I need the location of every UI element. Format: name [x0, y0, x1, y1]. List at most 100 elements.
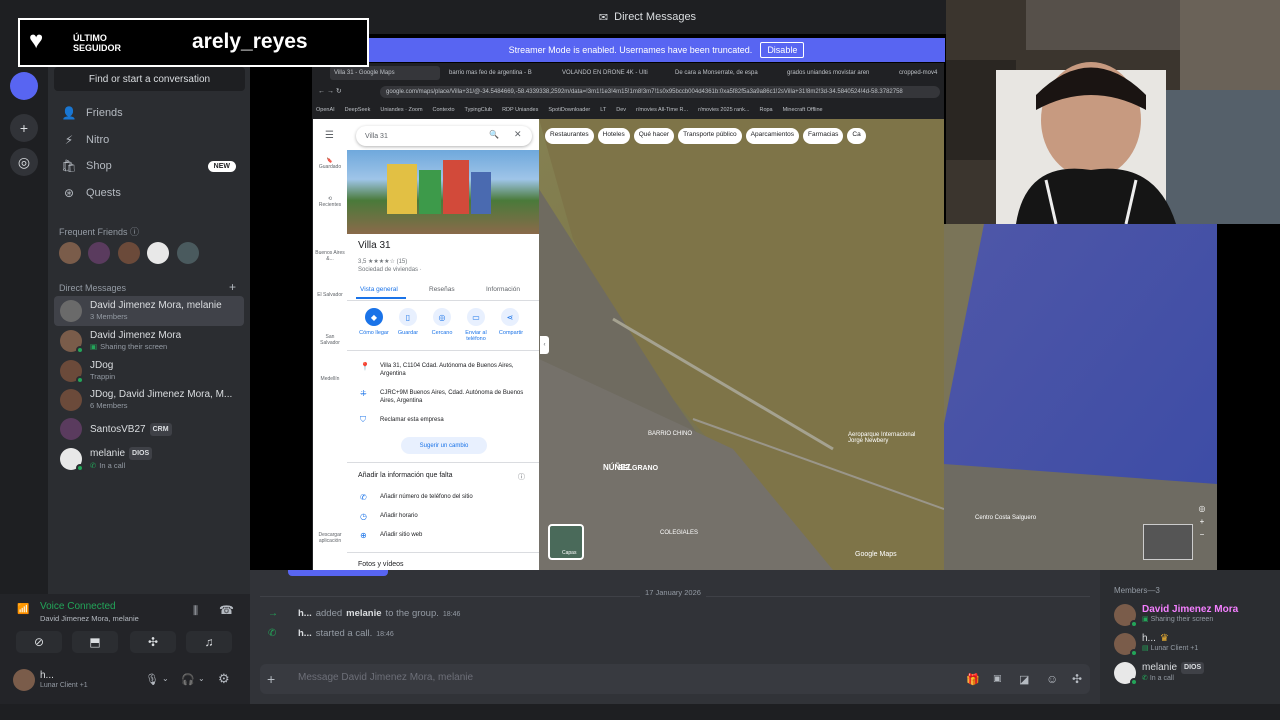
add-hours[interactable]: Añadir horario: [380, 513, 418, 519]
place-address[interactable]: Villa 31, C1104 Cdad. Autónoma de Buenos…: [380, 362, 530, 378]
friend-avatar[interactable]: [177, 242, 199, 264]
member-item[interactable]: h... ♛ ▤ Lunar Client +1: [1114, 631, 1198, 657]
discover-icon[interactable]: ◎: [10, 148, 38, 176]
tab-reviews[interactable]: Reseñas: [429, 286, 455, 293]
tab-overview[interactable]: Vista general: [360, 286, 398, 293]
action-label: Cercano: [431, 330, 453, 336]
claim-business[interactable]: Reclamar esta empresa: [380, 417, 444, 423]
url-bar[interactable]: google.com/maps/place/Villa+31/@-34.5484…: [380, 86, 940, 98]
add-website[interactable]: Añadir sitio web: [380, 532, 422, 538]
friend-avatar[interactable]: [59, 242, 81, 264]
browser-tab[interactable]: De cara a Monserrate, de espa: [671, 66, 781, 80]
recent-place[interactable]: El Salvador: [315, 292, 345, 298]
sticker-icon[interactable]: ◪: [1019, 673, 1029, 686]
recent-place[interactable]: Buenos Aires &...: [315, 250, 345, 262]
disable-button[interactable]: Disable: [760, 42, 805, 58]
friend-avatar[interactable]: [118, 242, 140, 264]
avatar: [1114, 662, 1138, 686]
search-icon[interactable]: 🔍: [489, 130, 499, 139]
quests-icon: ⊛: [63, 186, 75, 200]
avatar[interactable]: [10, 72, 38, 100]
friend-avatar[interactable]: [88, 242, 110, 264]
saved-item[interactable]: 🔖 Guardado: [315, 158, 345, 170]
search-input[interactable]: Find or start a conversation: [54, 67, 245, 91]
recent-place[interactable]: San Salvador: [315, 334, 345, 346]
chevron-down-icon[interactable]: ⌄: [198, 674, 205, 683]
dm-item[interactable]: JDog Trappin: [54, 356, 244, 386]
camera-button[interactable]: ⊘: [16, 631, 62, 653]
chevron-down-icon[interactable]: ⌄: [162, 674, 169, 683]
mic-icon[interactable]: 🎙: [145, 673, 159, 686]
headphones-icon[interactable]: 🎧: [181, 673, 195, 686]
chip[interactable]: Restaurantes: [545, 128, 594, 144]
activities-button[interactable]: ✣: [130, 631, 176, 653]
add-server-icon[interactable]: +: [10, 114, 38, 142]
recent-place[interactable]: Medellín: [315, 376, 345, 382]
nav-quests[interactable]: ⊛ Quests: [54, 180, 244, 206]
browser-tab[interactable]: barrio mas feo de argentina - B: [445, 66, 555, 80]
place-rating[interactable]: 3,5 ★★★★☆ (15): [358, 258, 407, 265]
plus-code[interactable]: CJRC+9M Buenos Aires, Cdad. Autónoma de …: [380, 389, 530, 405]
screen-share-button[interactable]: ⬒: [72, 631, 118, 653]
member-item[interactable]: David Jimenez Mora ▣ Sharing their screen: [1114, 602, 1238, 628]
place-photo[interactable]: [347, 150, 539, 234]
nav-nitro[interactable]: ⚡ Nitro: [54, 127, 244, 153]
gift-icon[interactable]: 🎁: [966, 673, 980, 686]
dm-item[interactable]: David Jimenez Mora ▣ Sharing their screen: [54, 326, 244, 356]
gear-icon[interactable]: ⚙: [218, 671, 230, 687]
browser-tab[interactable]: VOLANDO EN DRONE 4K - Ulti: [558, 66, 668, 80]
emoji-icon[interactable]: ☺: [1046, 672, 1058, 686]
map-search-input[interactable]: Villa 31: [356, 126, 532, 146]
collapse-panel-icon[interactable]: ‹: [540, 336, 549, 354]
share-icon[interactable]: ⋖: [501, 308, 519, 326]
recents-item[interactable]: ⟲ Recientes: [315, 196, 345, 208]
browser-tab[interactable]: cropped-mov4: [895, 66, 943, 80]
gif-icon[interactable]: ▣: [993, 673, 1002, 684]
create-dm-icon[interactable]: +: [229, 280, 236, 294]
nav-friends[interactable]: 👤 Friends: [54, 100, 244, 126]
apps-icon[interactable]: ✣: [1072, 672, 1082, 686]
voice-channel[interactable]: David Jimenez Mora, melanie: [40, 614, 139, 623]
dm-item[interactable]: JDog, David Jimenez Mora, M... 6 Members: [54, 385, 244, 415]
member-item[interactable]: melanie DIOS ✆ In a call: [1114, 660, 1205, 686]
chip[interactable]: Qué hacer: [633, 128, 675, 144]
directions-icon[interactable]: ◆: [365, 308, 383, 326]
dm-item[interactable]: David Jimenez Mora, melanie 3 Members: [54, 296, 244, 326]
nav-shop[interactable]: 🛍 Shop NEW: [54, 153, 244, 179]
browser-tab[interactable]: grados uniandes movistar aren: [783, 66, 893, 80]
stream-indicator: [288, 570, 388, 576]
zoom-out-icon: −: [1199, 530, 1205, 539]
frequent-friends-heading: Frequent Friends ⓘ: [59, 227, 140, 237]
browser-tab[interactable]: Villa 31 - Google Maps: [330, 66, 440, 80]
message-input[interactable]: Message David Jimenez Mora, melanie: [298, 672, 698, 683]
dm-item[interactable]: melanie DIOS ✆ In a call: [54, 444, 244, 474]
nav-arrows-icon[interactable]: ← → ↻: [318, 87, 342, 95]
avatar[interactable]: [13, 669, 35, 691]
chip[interactable]: Transporte público: [678, 128, 742, 144]
attach-icon[interactable]: +: [267, 671, 275, 687]
chip[interactable]: Aparcamientos: [745, 128, 800, 144]
close-icon[interactable]: ✕: [514, 129, 522, 140]
soundboard-button[interactable]: ♫: [186, 631, 232, 653]
tab-info[interactable]: Información: [486, 286, 520, 293]
avatar: [60, 360, 84, 384]
save-icon[interactable]: ▯: [399, 308, 417, 326]
nearby-icon[interactable]: ◎: [433, 308, 451, 326]
friend-avatar[interactable]: [147, 242, 169, 264]
chip[interactable]: Ca: [847, 128, 866, 144]
send-to-phone-icon[interactable]: ▭: [467, 308, 485, 326]
avatar: [60, 418, 82, 440]
disconnect-icon[interactable]: ☎: [219, 603, 234, 617]
noise-suppression-icon[interactable]: ⫼: [193, 605, 198, 618]
street-view-thumbnail[interactable]: [1143, 524, 1193, 560]
download-app[interactable]: Descargar aplicación: [315, 532, 345, 544]
chip[interactable]: Farmacias: [803, 128, 844, 144]
add-phone[interactable]: Añadir número de teléfono del sitio: [380, 494, 473, 500]
dm-item[interactable]: SantosVB27 CRM: [54, 414, 244, 444]
photos-heading: Fotos y vídeos: [358, 561, 404, 568]
menu-icon[interactable]: ☰: [325, 130, 334, 141]
zoom-controls[interactable]: ◎ + −: [1196, 504, 1208, 560]
suggest-edit-button[interactable]: Sugerir un cambio: [401, 437, 487, 454]
help-icon[interactable]: ⓘ: [518, 472, 525, 482]
chip[interactable]: Hoteles: [597, 128, 630, 144]
